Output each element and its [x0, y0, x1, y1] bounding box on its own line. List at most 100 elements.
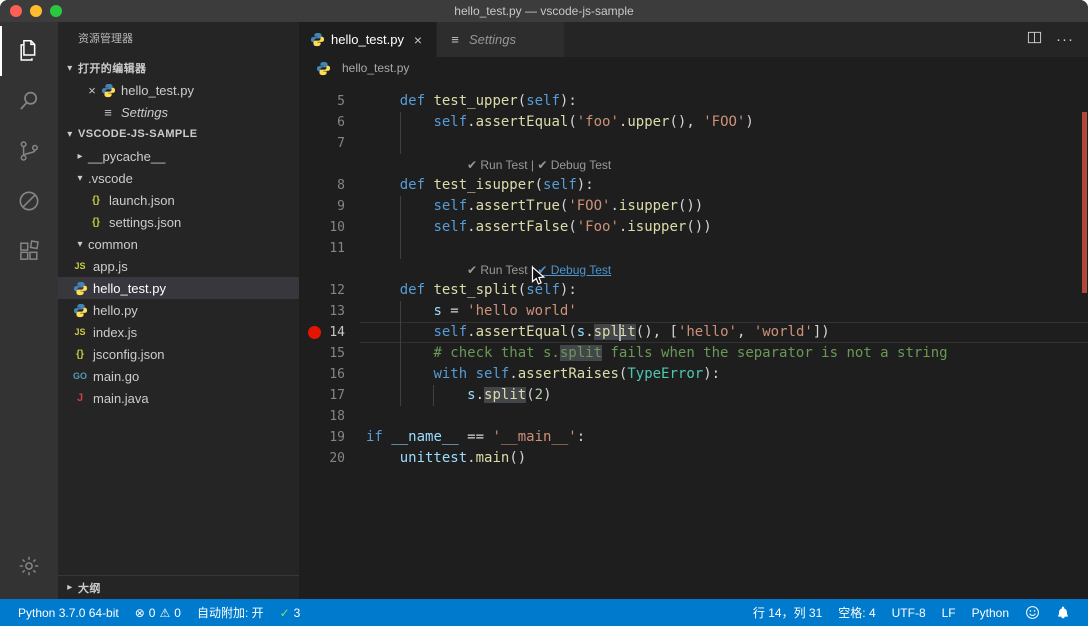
gutter[interactable]: 11 [299, 238, 366, 259]
error-icon: ⊗ [134, 605, 145, 620]
tree-item[interactable]: Jmain.java [58, 387, 299, 409]
codelens-action[interactable]: ✔ Debug Test [537, 263, 611, 277]
activity-settings-gear-button[interactable] [0, 541, 58, 591]
tab-hello-test-py[interactable]: hello_test.py × [299, 22, 437, 57]
gutter[interactable]: 17 [299, 385, 366, 406]
codelens-action[interactable]: ✔ Run Test [467, 263, 528, 277]
gutter[interactable]: 5 [299, 91, 366, 112]
code-line[interactable]: 11 [299, 238, 1088, 259]
code-line[interactable]: 8 def test_isupper(self): [299, 175, 1088, 196]
tree-item[interactable]: JS app.js [58, 255, 299, 277]
tree-item[interactable]: GO main.go [58, 365, 299, 387]
tree-item[interactable]: hello.py [58, 299, 299, 321]
close-window-button[interactable] [10, 5, 22, 17]
status-notifications[interactable] [1048, 599, 1078, 626]
tab-settings[interactable]: ≡ Settings [437, 22, 565, 57]
code-editor[interactable]: 5 def test_upper(self): 6 self.assertEqua… [299, 79, 1088, 599]
gutter[interactable]: 10 [299, 217, 366, 238]
open-editor-item[interactable]: ≡ Settings [58, 101, 299, 123]
code-line[interactable]: 5 def test_upper(self): [299, 91, 1088, 112]
gutter[interactable]: 20 [299, 448, 366, 469]
status-auto-attach[interactable]: 自动附加: 开 [189, 599, 272, 626]
gutter[interactable]: 8 [299, 175, 366, 196]
status-language-mode[interactable]: Python [964, 599, 1017, 626]
tree-item[interactable]: JS index.js [58, 321, 299, 343]
line-number: 16 [329, 367, 345, 382]
split-editor-icon[interactable] [1027, 30, 1042, 50]
activity-explorer-button[interactable] [0, 26, 58, 76]
gutter[interactable]: 7 [299, 133, 366, 154]
code-line-content: self.assertFalse('Foo'.isupper()) [366, 217, 1088, 238]
code-line[interactable]: 6 self.assertEqual('foo'.upper(), 'FOO') [299, 112, 1088, 133]
folder-root-header[interactable]: ▾ VSCODE-JS-SAMPLE [58, 123, 299, 145]
code-token: ) [543, 387, 552, 403]
tree-item[interactable]: ▾ common [58, 233, 299, 255]
code-line[interactable]: 20 unittest.main() [299, 448, 1088, 469]
gutter[interactable]: 18 [299, 406, 366, 427]
code-line[interactable]: 17 s.split(2) [299, 385, 1088, 406]
status-encoding[interactable]: UTF-8 [884, 599, 934, 626]
tab-label: hello_test.py [331, 32, 404, 47]
code-line-content: unittest.main() [366, 448, 1088, 469]
code-line[interactable]: 7 [299, 133, 1088, 154]
code-token: , [736, 324, 754, 340]
code-token: . [475, 387, 485, 403]
tree-item[interactable]: ▸ __pycache__ [58, 145, 299, 167]
code-line[interactable]: 10 self.assertFalse('Foo'.isupper()) [299, 217, 1088, 238]
open-editors-header[interactable]: ▾ 打开的编辑器 [58, 57, 299, 79]
status-python-interpreter[interactable]: Python 3.7.0 64-bit [10, 599, 127, 626]
tree-item[interactable]: ▾ .vscode [58, 167, 299, 189]
code-token: self [475, 366, 510, 382]
code-line[interactable]: 19 if __name__ == '__main__': [299, 427, 1088, 448]
explorer-icon [20, 39, 36, 61]
status-eol[interactable]: LF [934, 599, 964, 626]
status-test-status[interactable]: ✓ 3 [272, 599, 309, 626]
activity-circle-slash-button[interactable] [0, 176, 58, 226]
gutter[interactable]: 6 [299, 112, 366, 133]
close-icon[interactable]: × [410, 32, 426, 48]
code-line[interactable]: 18 [299, 406, 1088, 427]
text-cursor [618, 324, 621, 341]
activity-extensions-button[interactable] [0, 226, 58, 276]
breadcrumb-item[interactable]: hello_test.py [342, 61, 409, 75]
outline-header[interactable]: ▸ 大纲 [58, 575, 299, 599]
code-line[interactable]: 12 def test_split(self): [299, 280, 1088, 301]
gutter[interactable]: 9 [299, 196, 366, 217]
status-feedback[interactable] [1017, 599, 1048, 626]
activity-search-button[interactable] [0, 76, 58, 126]
breadcrumb[interactable]: hello_test.py [299, 57, 1088, 79]
gutter[interactable]: 13 [299, 301, 366, 322]
status-problems[interactable]: ⊗ 0 ⚠ 0 [127, 599, 189, 626]
more-actions-icon[interactable]: ··· [1056, 31, 1074, 48]
codelens-action[interactable]: ✔ Debug Test [537, 158, 611, 172]
zoom-window-button[interactable] [50, 5, 62, 17]
tree-item[interactable]: {} jsconfig.json [58, 343, 299, 365]
status-cursor-position[interactable]: 行 14，列 31 [745, 599, 830, 626]
breakpoint-indicator[interactable] [308, 326, 321, 339]
code-line[interactable]: 15 # check that s.split fails when the s… [299, 343, 1088, 364]
codelens-action[interactable]: ✔ Run Test [467, 158, 528, 172]
gutter[interactable]: 19 [299, 427, 366, 448]
code-line[interactable]: 13 s = 'hello world' [299, 301, 1088, 322]
tree-item[interactable]: {} launch.json [58, 189, 299, 211]
gutter[interactable]: 12 [299, 280, 366, 301]
gutter[interactable]: 14 [299, 322, 366, 343]
code-line-content: self.assertTrue('FOO'.isupper()) [366, 196, 1088, 217]
line-number: 20 [329, 451, 345, 466]
status-text: 空格: 4 [838, 606, 876, 620]
code-line[interactable]: 16 with self.assertRaises(TypeError): [299, 364, 1088, 385]
tree-item[interactable]: hello_test.py [58, 277, 299, 299]
close-icon[interactable]: × [84, 83, 100, 98]
minimize-window-button[interactable] [30, 5, 42, 17]
status-indentation[interactable]: 空格: 4 [830, 599, 883, 626]
gutter[interactable]: 16 [299, 364, 366, 385]
activity-source-control-button[interactable] [0, 126, 58, 176]
code-token: . [509, 366, 518, 382]
code-line[interactable]: 9 self.assertTrue('FOO'.isupper()) [299, 196, 1088, 217]
code-line[interactable]: 14 self.assertEqual(s.split(), ['hello',… [299, 322, 1088, 343]
tree-item[interactable]: {} settings.json [58, 211, 299, 233]
gutter[interactable]: 15 [299, 343, 366, 364]
open-editor-item[interactable]: × hello_test.py [58, 79, 299, 101]
code-token: fails when the separator is not a string [602, 345, 948, 361]
code-token: (), [669, 114, 704, 130]
